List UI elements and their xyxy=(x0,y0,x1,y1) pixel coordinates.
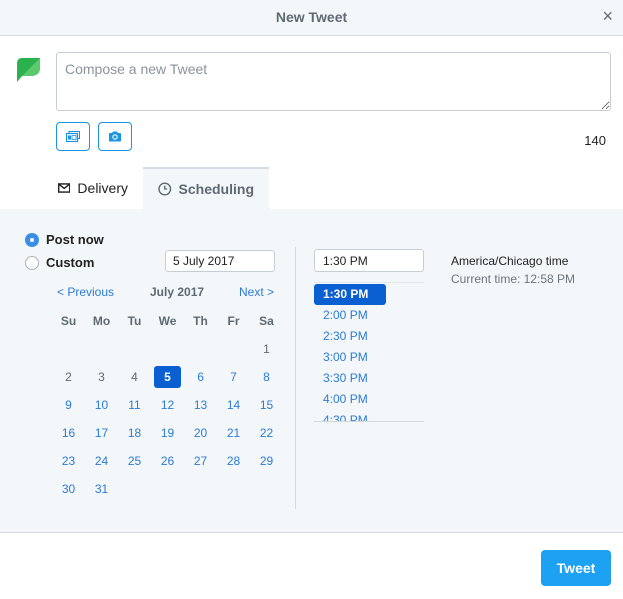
card-icon xyxy=(66,131,80,142)
camera-icon xyxy=(109,131,121,142)
calendar-grid: Su Mo Tu We Th Fr Sa 1 2 3 4 5 6 7 8 9 10 11 12 13 14 15 16 17 1… xyxy=(52,307,283,503)
calendar-day[interactable]: 23 xyxy=(52,450,85,472)
calendar-day[interactable]: 20 xyxy=(184,422,217,444)
calendar-day[interactable]: 21 xyxy=(217,422,250,444)
scheduling-panel: Post now Custom < Previous July 2017 Nex… xyxy=(0,209,623,533)
calendar-day[interactable]: 16 xyxy=(52,422,85,444)
calendar-day[interactable]: 22 xyxy=(250,422,283,444)
sprout-logo-icon xyxy=(17,58,40,82)
calendar-day: 1 xyxy=(263,342,270,356)
calendar-day[interactable]: 8 xyxy=(250,366,283,388)
calendar-empty-cell xyxy=(85,338,118,360)
post-now-option[interactable]: Post now xyxy=(25,232,104,247)
calendar-empty-cell xyxy=(217,338,250,360)
calendar-previous-link[interactable]: < Previous xyxy=(57,285,114,299)
calendar-day[interactable]: 24 xyxy=(85,450,118,472)
calendar-month-label: July 2017 xyxy=(150,285,205,299)
tab-scheduling[interactable]: Scheduling xyxy=(143,167,269,209)
tab-scheduling-label: Scheduling xyxy=(178,181,254,197)
compose-tweet-input[interactable] xyxy=(56,52,611,111)
calendar-day[interactable]: 7 xyxy=(217,366,250,388)
character-counter: 140 xyxy=(584,133,606,148)
calendar-day[interactable]: 31 xyxy=(85,478,118,500)
calendar-day[interactable]: 25 xyxy=(118,450,151,472)
time-option[interactable]: 4:30 PM xyxy=(314,410,424,421)
calendar-day[interactable]: 17 xyxy=(85,422,118,444)
calendar-empty-cell xyxy=(52,338,85,360)
calendar-empty-cell xyxy=(151,478,184,500)
time-option[interactable]: 3:00 PM xyxy=(314,347,424,368)
time-options-list[interactable]: 1:30 PM 2:00 PM 2:30 PM 3:00 PM 3:30 PM 4:00 … xyxy=(314,282,424,422)
calendar-empty-cell xyxy=(217,478,250,500)
calendar-empty-cell xyxy=(184,478,217,500)
calendar-week-row: 1 xyxy=(52,335,283,363)
calendar-week-row: 16 17 18 19 20 21 22 xyxy=(52,419,283,447)
calendar-empty-cell xyxy=(118,478,151,500)
post-now-radio[interactable] xyxy=(25,232,39,247)
calendar-day[interactable]: 9 xyxy=(52,394,85,416)
calendar-day[interactable]: 12 xyxy=(151,394,184,416)
calendar-day[interactable]: 28 xyxy=(217,450,250,472)
tab-bar: Delivery Scheduling xyxy=(43,167,269,209)
calendar-day[interactable]: 11 xyxy=(118,394,151,416)
calendar-weekday-row: Su Mo Tu We Th Fr Sa xyxy=(52,307,283,335)
post-now-label: Post now xyxy=(46,232,104,247)
dialog-title: New Tweet xyxy=(275,9,348,25)
time-option[interactable]: 2:00 PM xyxy=(314,305,424,326)
close-icon[interactable]: × xyxy=(602,6,613,26)
date-input[interactable] xyxy=(165,250,275,272)
calendar-empty-cell xyxy=(118,338,151,360)
calendar-weekday: We xyxy=(158,314,177,328)
calendar-weekday: Fr xyxy=(227,314,240,328)
calendar-empty-cell xyxy=(151,338,184,360)
calendar-empty-cell xyxy=(184,338,217,360)
calendar-day[interactable]: 29 xyxy=(250,450,283,472)
calendar-day: 2 xyxy=(65,370,72,384)
calendar-day[interactable]: 19 xyxy=(151,422,184,444)
calendar-day: 4 xyxy=(131,370,138,384)
calendar-day: 3 xyxy=(98,370,105,384)
envelope-icon xyxy=(58,183,71,193)
calendar-day[interactable]: 10 xyxy=(85,394,118,416)
calendar-day-selected[interactable]: 5 xyxy=(153,366,182,388)
tweet-button[interactable]: Tweet xyxy=(541,550,611,586)
calendar-week-row: 9 10 11 12 13 14 15 xyxy=(52,391,283,419)
calendar-day[interactable]: 15 xyxy=(250,394,283,416)
calendar-weekday: Tu xyxy=(127,314,142,328)
time-input[interactable] xyxy=(314,249,424,272)
add-photo-button[interactable] xyxy=(98,122,132,151)
calendar-day[interactable]: 27 xyxy=(184,450,217,472)
add-card-button[interactable] xyxy=(56,122,90,151)
current-time-label: Current time: 12:58 PM xyxy=(451,272,576,286)
tab-delivery[interactable]: Delivery xyxy=(43,167,143,209)
calendar-weekday: Mo xyxy=(92,314,111,328)
custom-label: Custom xyxy=(46,255,95,270)
custom-option[interactable]: Custom xyxy=(25,255,94,270)
time-option[interactable]: 3:30 PM xyxy=(314,368,424,389)
calendar-week-row: 2 3 4 5678 xyxy=(52,363,283,391)
calendar-next-link[interactable]: Next > xyxy=(239,285,274,299)
calendar-weekday: Sa xyxy=(259,314,274,328)
calendar-week-row: 23 24 25 26 27 28 29 xyxy=(52,447,283,475)
calendar-week-row: 30 31 xyxy=(52,475,283,503)
tab-delivery-label: Delivery xyxy=(77,180,128,196)
clock-icon xyxy=(158,182,172,196)
time-option-selected[interactable]: 1:30 PM xyxy=(314,284,386,305)
time-option[interactable]: 4:00 PM xyxy=(314,389,424,410)
calendar-day[interactable]: 6 xyxy=(184,366,217,388)
calendar-day[interactable]: 30 xyxy=(52,478,85,500)
calendar-weekday: Su xyxy=(60,314,77,328)
timezone-label: America/Chicago time xyxy=(451,254,569,268)
calendar-day[interactable]: 26 xyxy=(151,450,184,472)
calendar-day[interactable]: 13 xyxy=(184,394,217,416)
calendar-weekday: Th xyxy=(193,314,208,328)
calendar-day[interactable]: 18 xyxy=(118,422,151,444)
time-option[interactable]: 2:30 PM xyxy=(314,326,424,347)
dialog-header: New Tweet × xyxy=(0,0,623,36)
calendar-day[interactable]: 14 xyxy=(217,394,250,416)
vertical-divider xyxy=(295,247,296,509)
custom-radio[interactable] xyxy=(25,255,39,270)
calendar-empty-cell xyxy=(250,478,283,500)
